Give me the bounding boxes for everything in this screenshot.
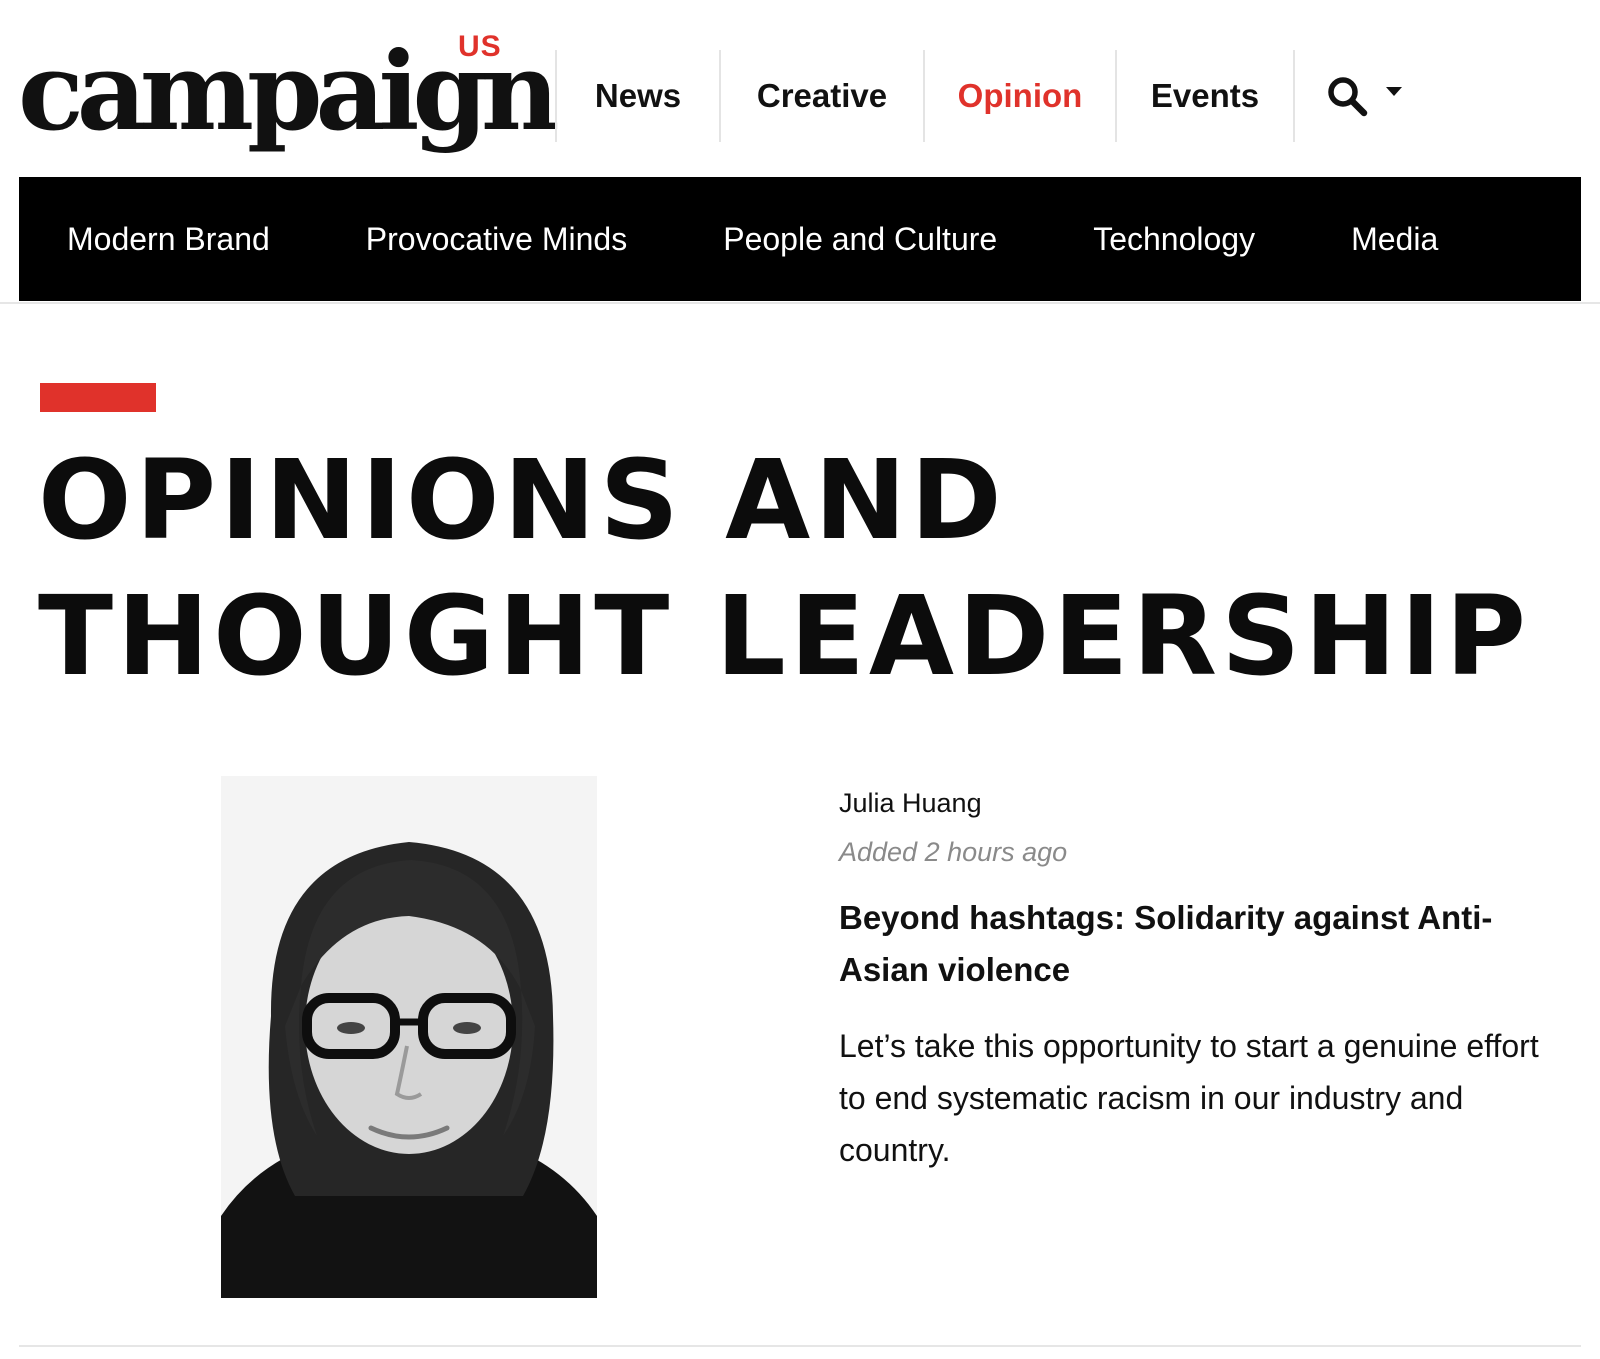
search-icon[interactable]: [1326, 75, 1368, 117]
page-title: OPINIONS AND THOUGHT LEADERSHIP: [38, 436, 1530, 700]
article-summary: Let’s take this opportunity to start a g…: [839, 1028, 1539, 1168]
nav-item-events[interactable]: Events: [1115, 50, 1293, 142]
campaign-logo[interactable]: campaign US: [18, 24, 560, 154]
article-timestamp: Added 2 hours ago: [839, 837, 1068, 867]
section-item-modern-brand[interactable]: Modern Brand: [67, 221, 270, 258]
primary-nav: News Creative Opinion Events: [555, 50, 1433, 142]
article-card: Julia Huang Added 2 hours ago Beyond has…: [839, 783, 1559, 1176]
nav-item-news[interactable]: News: [555, 50, 719, 142]
nav-item-creative[interactable]: Creative: [719, 50, 923, 142]
article-headline-link[interactable]: Beyond hashtags: Solidarity against Anti…: [839, 892, 1559, 996]
section-item-technology[interactable]: Technology: [1093, 221, 1255, 258]
chevron-down-icon[interactable]: [1386, 86, 1402, 96]
divider: [0, 302, 1600, 304]
site-header: campaign US News Creative Opinion Events: [0, 0, 1600, 177]
logo-region-label: US: [458, 30, 502, 63]
author-name[interactable]: Julia Huang: [839, 783, 1559, 823]
section-item-media[interactable]: Media: [1351, 221, 1438, 258]
nav-item-opinion[interactable]: Opinion: [923, 50, 1115, 142]
divider: [19, 1345, 1581, 1347]
title-accent-bar: [40, 383, 156, 412]
search-toggle[interactable]: [1293, 50, 1433, 142]
section-nav: Modern Brand Provocative Minds People an…: [19, 177, 1581, 301]
section-item-people-and-culture[interactable]: People and Culture: [723, 221, 997, 258]
section-item-provocative-minds[interactable]: Provocative Minds: [366, 221, 627, 258]
author-photo[interactable]: [221, 776, 597, 1298]
